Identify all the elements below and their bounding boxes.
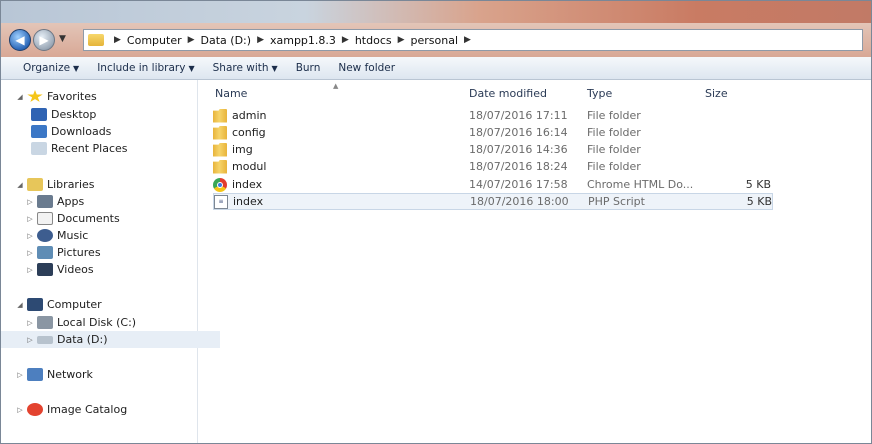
expand-arrow-icon[interactable]: ◢ xyxy=(15,181,25,189)
expand-arrow-icon[interactable]: ▷ xyxy=(15,406,25,414)
nav-downloads[interactable]: Downloads xyxy=(29,123,111,140)
nav-network[interactable]: ▷ Network xyxy=(15,366,93,383)
expand-arrow-icon[interactable]: ▷ xyxy=(25,232,35,240)
chevron-down-icon: ▼ xyxy=(73,64,80,73)
nav-libraries[interactable]: ◢ Libraries xyxy=(15,176,95,193)
breadcrumb-personal[interactable]: personal xyxy=(411,34,459,47)
drive-icon xyxy=(37,335,53,344)
nav-documents[interactable]: ▷ Documents xyxy=(25,210,120,227)
pictures-icon xyxy=(37,246,53,259)
chevron-right-icon[interactable]: ▶ xyxy=(342,35,349,45)
sort-indicator-icon: ▲ xyxy=(333,82,339,90)
star-icon xyxy=(27,90,43,102)
share-with-button[interactable]: Share with ▼ xyxy=(213,62,278,74)
drive-icon xyxy=(37,316,53,329)
expand-arrow-icon[interactable]: ▷ xyxy=(25,266,35,274)
address-bar[interactable]: ▶ Computer ▶ Data (D:) ▶ xampp1.8.3 ▶ ht… xyxy=(83,29,863,51)
nav-image-catalog[interactable]: ▷ Image Catalog xyxy=(15,401,127,418)
expand-arrow-icon[interactable]: ◢ xyxy=(15,301,25,309)
network-icon xyxy=(27,368,43,381)
include-in-library-button[interactable]: Include in library ▼ xyxy=(97,62,194,74)
recent-places-icon xyxy=(31,142,47,155)
nav-computer[interactable]: ◢ Computer xyxy=(15,296,102,313)
file-row[interactable]: img 18/07/2016 14:36 File folder xyxy=(213,141,773,158)
nav-music[interactable]: ▷ Music xyxy=(25,227,88,244)
breadcrumb-computer[interactable]: Computer xyxy=(127,34,182,47)
title-bar xyxy=(1,1,871,23)
chrome-icon xyxy=(213,177,227,192)
burn-button[interactable]: Burn xyxy=(296,62,321,74)
computer-icon xyxy=(27,298,43,311)
expand-arrow-icon[interactable]: ▷ xyxy=(25,249,35,257)
new-folder-button[interactable]: New folder xyxy=(338,62,395,74)
command-bar: Organize ▼ Include in library ▼ Share with… xyxy=(1,57,871,80)
nav-data-drive[interactable]: ▷ Data (D:) xyxy=(1,331,220,348)
nav-local-disk[interactable]: ▷ Local Disk (C:) xyxy=(25,314,136,331)
chevron-down-icon: ▼ xyxy=(188,64,195,73)
file-row[interactable]: modul 18/07/2016 18:24 File folder xyxy=(213,158,773,175)
explorer-window: ◀ ▶ ▼ ▶ Computer ▶ Data (D:) ▶ xampp1.8.… xyxy=(0,0,872,444)
column-header-type[interactable]: Type xyxy=(587,87,612,100)
expand-arrow-icon[interactable]: ▷ xyxy=(25,198,35,206)
organize-button[interactable]: Organize ▼ xyxy=(23,62,79,74)
expand-arrow-icon[interactable]: ◢ xyxy=(15,93,25,101)
chevron-right-icon[interactable]: ▶ xyxy=(114,35,121,45)
php-file-icon: ≡ xyxy=(214,194,228,209)
apps-icon xyxy=(37,195,53,208)
desktop-icon xyxy=(31,108,47,121)
expand-arrow-icon[interactable]: ▷ xyxy=(15,371,25,379)
folder-icon xyxy=(213,142,227,157)
chevron-right-icon[interactable]: ▶ xyxy=(464,35,471,45)
image-catalog-icon xyxy=(27,403,43,416)
file-row[interactable]: admin 18/07/2016 17:11 File folder xyxy=(213,107,773,124)
column-header-date[interactable]: Date modified xyxy=(469,87,547,100)
folder-icon xyxy=(213,125,227,140)
documents-icon xyxy=(37,212,53,225)
music-icon xyxy=(37,229,53,242)
navigation-pane: ◢ Favorites Desktop Downloads Recent Plac… xyxy=(1,80,220,443)
libraries-icon xyxy=(27,178,43,191)
column-header-name[interactable]: Name xyxy=(215,87,247,100)
nav-recent-places[interactable]: Recent Places xyxy=(29,140,128,157)
downloads-icon xyxy=(31,125,47,138)
nav-desktop[interactable]: Desktop xyxy=(29,106,96,123)
nav-buttons: ◀ ▶ ▼ xyxy=(9,29,79,51)
address-row: ◀ ▶ ▼ ▶ Computer ▶ Data (D:) ▶ xampp1.8.… xyxy=(1,23,871,57)
chevron-right-icon[interactable]: ▶ xyxy=(257,35,264,45)
nav-videos[interactable]: ▷ Videos xyxy=(25,261,94,278)
file-row[interactable]: ≡ index 18/07/2016 18:00 PHP Script 5 KB xyxy=(213,193,773,210)
expand-arrow-icon[interactable]: ▷ xyxy=(25,215,35,223)
folder-icon xyxy=(213,159,227,174)
chevron-right-icon[interactable]: ▶ xyxy=(398,35,405,45)
expand-arrow-icon[interactable]: ▷ xyxy=(25,336,35,344)
folder-icon xyxy=(88,34,104,46)
nav-pictures[interactable]: ▷ Pictures xyxy=(25,244,101,261)
recent-pages-dropdown-icon[interactable]: ▼ xyxy=(59,34,66,44)
file-row[interactable]: index 14/07/2016 17:58 Chrome HTML Do...… xyxy=(213,176,773,193)
expand-arrow-icon[interactable]: ▷ xyxy=(25,319,35,327)
chevron-right-icon[interactable]: ▶ xyxy=(188,35,195,45)
chevron-down-icon: ▼ xyxy=(271,64,278,73)
breadcrumb-xampp[interactable]: xampp1.8.3 xyxy=(270,34,336,47)
videos-icon xyxy=(37,263,53,276)
column-header-size[interactable]: Size xyxy=(705,87,728,100)
breadcrumb-data[interactable]: Data (D:) xyxy=(201,34,252,47)
file-row[interactable]: config 18/07/2016 16:14 File folder xyxy=(213,124,773,141)
breadcrumb-htdocs[interactable]: htdocs xyxy=(355,34,392,47)
nav-favorites[interactable]: ◢ Favorites xyxy=(15,88,97,105)
nav-apps[interactable]: ▷ Apps xyxy=(25,193,84,210)
forward-button[interactable]: ▶ xyxy=(33,29,55,51)
back-button[interactable]: ◀ xyxy=(9,29,31,51)
folder-icon xyxy=(213,108,227,123)
